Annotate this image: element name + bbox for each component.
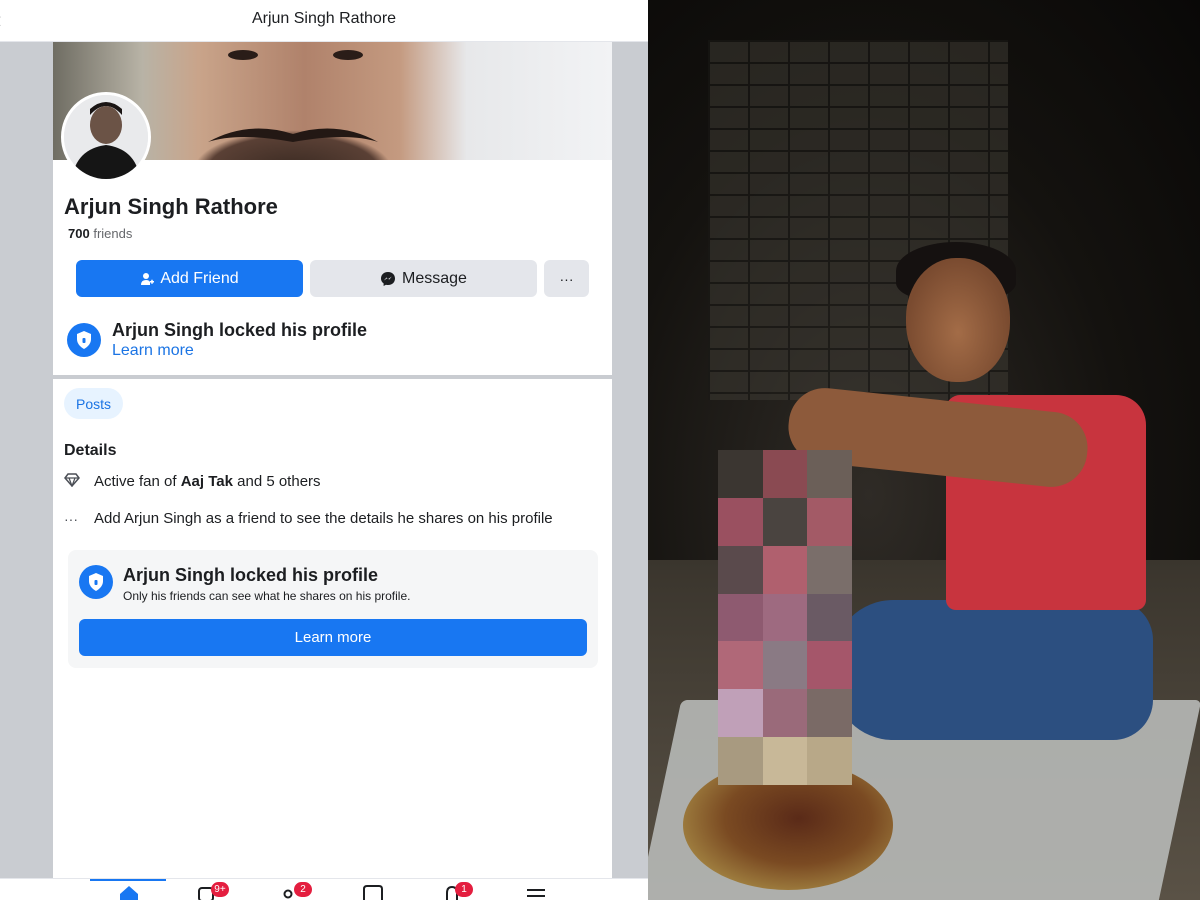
- locked-profile-card: Arjun Singh locked his profile Only his …: [68, 550, 598, 668]
- pixel-block: [807, 641, 852, 690]
- learn-more-button[interactable]: Learn more: [79, 619, 587, 656]
- pixel-block: [807, 450, 852, 498]
- locked-card-subtitle: Only his friends can see what he shares …: [123, 589, 411, 603]
- home-icon[interactable]: [118, 885, 140, 900]
- add-friend-label: Add Friend: [160, 269, 239, 287]
- page-title: Arjun Singh Rathore: [251, 10, 397, 27]
- pixel-block: [807, 593, 852, 642]
- pixel-block: [807, 497, 852, 546]
- diamond-icon: [64, 473, 94, 490]
- pixel-block: [807, 737, 852, 785]
- message-label: Message: [402, 269, 467, 287]
- pixelated-region: [718, 450, 852, 785]
- friends-count[interactable]: 700 friends: [68, 226, 132, 241]
- cover-mustache: [208, 128, 378, 142]
- news-photo: [648, 0, 1200, 900]
- profile-panel: Arjun Singh Rathore 700 friends Add Frie…: [53, 42, 612, 882]
- more-options-icon: ···: [559, 270, 574, 287]
- pixel-block: [807, 689, 852, 738]
- pixel-block: [718, 593, 763, 642]
- video-badge: 9+: [211, 882, 229, 897]
- ellipsis-icon: ···: [64, 510, 78, 527]
- section-divider: [53, 375, 612, 379]
- profile-name: Arjun Singh Rathore: [64, 194, 278, 219]
- friends-badge: 2: [294, 882, 312, 897]
- detail-friend-hint: Add Arjun Singh as a friend to see the d…: [94, 510, 553, 527]
- locked-card-title: Arjun Singh locked his profile: [123, 565, 379, 585]
- add-friend-icon: [141, 272, 155, 285]
- avatar[interactable]: [61, 92, 151, 182]
- pixel-block: [762, 450, 808, 498]
- menu-icon[interactable]: [526, 885, 546, 900]
- avatar-photo: [64, 95, 148, 179]
- marketplace-icon[interactable]: [362, 885, 384, 900]
- friends-count-label: friends: [93, 226, 133, 241]
- pixel-block: [762, 593, 808, 642]
- message-button[interactable]: Message: [310, 260, 537, 297]
- pixel-block: [762, 689, 808, 738]
- pixel-block: [718, 497, 763, 546]
- detail-fan-row: Active fan of Aaj Tak and 5 others: [64, 473, 321, 490]
- pixel-block: [762, 545, 808, 594]
- pixel-block: [718, 737, 763, 785]
- tab-posts[interactable]: Posts: [64, 388, 123, 419]
- shield-icon: [79, 565, 113, 599]
- cover-eye: [228, 50, 258, 60]
- cover-eye: [333, 50, 363, 60]
- details-heading: Details: [64, 442, 117, 459]
- friends-count-value: 700: [68, 226, 90, 241]
- detail-fan-suffix: and 5 others: [237, 473, 321, 490]
- detail-hint-row: ··· Add Arjun Singh as a friend to see t…: [64, 510, 553, 527]
- pixel-block: [718, 545, 763, 594]
- person-face: [906, 258, 1010, 382]
- profile-screenshot: ‹ Arjun Singh Rathore Arjun Singh Rathor…: [0, 0, 648, 900]
- notifications-badge: 1: [455, 882, 473, 897]
- person-jeans: [833, 600, 1153, 740]
- messenger-icon: [381, 271, 396, 286]
- pixel-block: [807, 545, 852, 594]
- learn-more-link[interactable]: Learn more: [112, 342, 194, 360]
- bottom-nav: 9+ 2 1: [0, 878, 648, 900]
- pixel-block: [718, 450, 763, 498]
- active-tab-indicator: [90, 879, 166, 881]
- pixel-block: [718, 689, 763, 738]
- top-bar: ‹ Arjun Singh Rathore: [0, 0, 648, 42]
- locked-profile-title: Arjun Singh locked his profile: [112, 320, 368, 340]
- pixel-block: [762, 497, 808, 546]
- pixel-block: [762, 641, 808, 690]
- pixel-block: [718, 641, 763, 690]
- shield-icon: [67, 323, 101, 357]
- pixel-block: [762, 737, 808, 785]
- more-options-button[interactable]: ···: [544, 260, 589, 297]
- detail-fan-page[interactable]: Aaj Tak: [181, 473, 233, 490]
- add-friend-button[interactable]: Add Friend: [76, 260, 303, 297]
- detail-fan-prefix: Active fan of: [94, 473, 177, 490]
